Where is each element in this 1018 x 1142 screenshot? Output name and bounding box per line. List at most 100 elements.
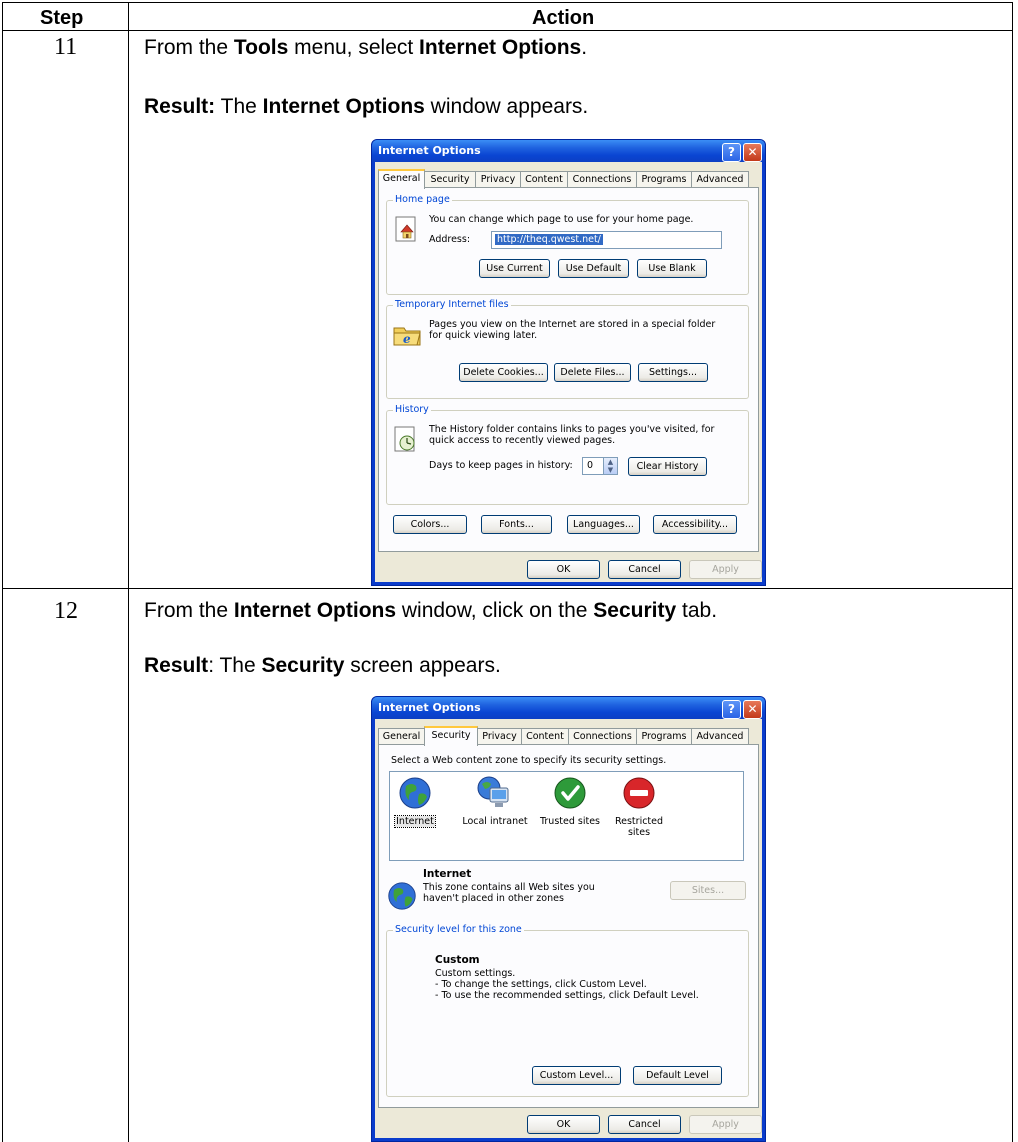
sites-button[interactable]: Sites... [670,881,746,900]
general-panel: Home page You can change which page to u… [378,187,759,552]
home-page-group: Home page You can change which page to u… [386,194,749,295]
temp-files-desc-2: for quick viewing later. [429,330,538,341]
address-value: http://theq.qwest.net/ [495,234,603,245]
close-button[interactable]: ✕ [743,700,762,719]
tab-content[interactable]: Content [520,171,568,187]
use-current-button[interactable]: Use Current [479,259,550,278]
table-header-divider [2,30,1013,31]
step-number-12: 12 [54,598,78,624]
step11-instruction: From the Tools menu, select Internet Opt… [144,36,588,59]
monitor-icon[interactable] [475,774,513,812]
dialog-title: Internet Options [378,701,481,714]
home-page-icon [395,216,416,242]
days-label: Days to keep pages in history: [429,460,573,471]
tab-advanced[interactable]: Advanced [691,171,749,187]
ok-button[interactable]: OK [527,1115,600,1134]
address-field[interactable]: http://theq.qwest.net/ [491,231,722,249]
zone-instruction: Select a Web content zone to specify its… [391,755,667,766]
settings-button[interactable]: Settings... [638,363,708,382]
globe-icon[interactable] [398,776,432,810]
table-border-top [2,2,1013,3]
days-spinner[interactable]: ▲ ▼ [603,457,618,475]
temp-files-desc-1: Pages you view on the Internet are store… [429,319,716,330]
apply-button[interactable]: Apply [689,560,762,579]
table-border-right [1012,2,1013,1142]
home-page-desc: You can change which page to use for you… [429,214,694,225]
tab-privacy[interactable]: Privacy [475,171,521,187]
close-button[interactable]: ✕ [743,143,762,162]
home-page-title: Home page [393,194,452,205]
address-label: Address: [429,234,471,245]
internet-options-dialog-security: Internet Options ? ✕ General Security Pr… [371,696,766,1142]
history-desc-1: The History folder contains links to pag… [429,424,715,435]
header-step: Step [40,7,84,29]
close-icon: ✕ [747,145,758,159]
ok-button[interactable]: OK [527,560,600,579]
clear-history-button[interactable]: Clear History [628,457,707,476]
table-border-divider [128,2,129,1142]
days-value: 0 [587,460,594,471]
default-level-button[interactable]: Default Level [633,1066,722,1085]
dialog-titlebar[interactable]: Internet Options ? ✕ [372,140,765,162]
step12-result: Result: The Security screen appears. [144,654,501,677]
use-default-button[interactable]: Use Default [558,259,629,278]
history-group: History The History folder contains link… [386,404,749,505]
step11-result: Result: The Internet Options window appe… [144,95,589,118]
step-number-11: 11 [54,34,78,60]
apply-button[interactable]: Apply [689,1115,762,1134]
cancel-button[interactable]: Cancel [608,560,681,579]
days-field[interactable]: 0 [582,457,604,475]
zone-list: Internet Local intranet Trusted sites Re… [389,771,744,861]
zone-title: Internet [423,868,472,880]
dialog-titlebar[interactable]: Internet Options ? ✕ [372,697,765,719]
help-button[interactable]: ? [722,143,741,162]
use-blank-button[interactable]: Use Blank [637,259,707,278]
level-name: Custom [435,954,480,966]
dialog-title: Internet Options [378,144,481,157]
checkmark-icon[interactable] [553,776,587,810]
tab-connections[interactable]: Connections [568,728,637,744]
security-level-group: Security level for this zone Custom Cust… [386,924,749,1097]
tab-privacy[interactable]: Privacy [477,728,522,744]
fonts-button[interactable]: Fonts... [481,515,552,534]
no-entry-icon[interactable] [622,776,656,810]
tab-general[interactable]: General [378,169,425,189]
languages-button[interactable]: Languages... [567,515,640,534]
tab-security[interactable]: Security [424,726,478,746]
help-button[interactable]: ? [722,700,741,719]
tab-programs[interactable]: Programs [636,728,692,744]
close-icon: ✕ [747,702,758,716]
table-row-divider [2,588,1013,589]
accessibility-button[interactable]: Accessibility... [653,515,737,534]
tab-programs[interactable]: Programs [636,171,692,187]
level-desc-2: - To change the settings, click Custom L… [435,979,647,990]
level-desc-1: Custom settings. [435,968,516,979]
table-border-left [2,2,3,1142]
temp-files-title: Temporary Internet files [393,299,511,310]
zone-desc-1: This zone contains all Web sites you [423,882,595,893]
level-desc-3: - To use the recommended settings, click… [435,990,699,1001]
history-desc-2: quick access to recently viewed pages. [429,435,616,446]
delete-cookies-button[interactable]: Delete Cookies... [459,363,548,382]
zone-desc-2: haven't placed in other zones [423,893,564,904]
history-title: History [393,404,431,415]
tab-content[interactable]: Content [521,728,569,744]
tab-security[interactable]: Security [424,171,476,187]
svg-text:e: e [403,332,411,346]
tab-general[interactable]: General [378,728,425,744]
globe-icon [388,882,416,910]
tab-connections[interactable]: Connections [567,171,637,187]
header-action: Action [532,7,595,29]
zone-local-intranet[interactable]: Local intranet [462,816,528,827]
security-level-title: Security level for this zone [393,924,524,935]
tab-advanced[interactable]: Advanced [691,728,749,744]
cancel-button[interactable]: Cancel [608,1115,681,1134]
zone-restricted-sites[interactable]: Restricted sites [612,816,666,838]
dialog-body: General Security Privacy Content Connect… [375,719,762,1138]
step12-instruction: From the Internet Options window, click … [144,599,718,622]
zone-internet[interactable]: Internet [394,815,436,828]
colors-button[interactable]: Colors... [393,515,467,534]
custom-level-button[interactable]: Custom Level... [532,1066,621,1085]
zone-trusted-sites[interactable]: Trusted sites [537,816,603,827]
delete-files-button[interactable]: Delete Files... [554,363,631,382]
